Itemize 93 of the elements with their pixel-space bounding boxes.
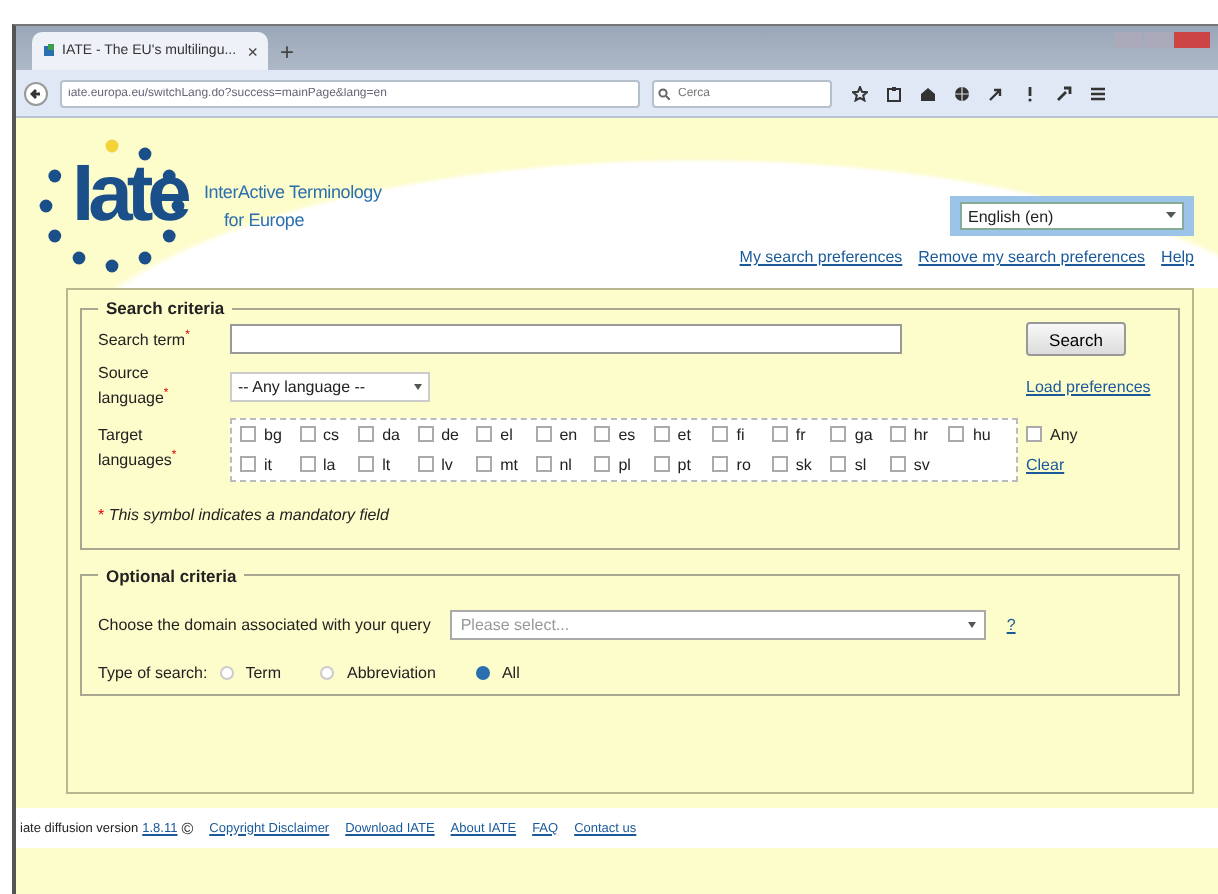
checkbox[interactable] [712,426,729,443]
language-code: mt [500,455,519,474]
home-icon[interactable] [920,85,936,101]
checkbox[interactable] [830,426,847,443]
language-code: da [382,425,400,444]
language-code: fr [795,425,806,444]
language-code: ro [736,455,751,474]
language-code: en [559,425,578,444]
checkbox[interactable] [358,426,375,443]
language-code: es [618,425,636,444]
search-term-field[interactable] [230,324,902,354]
checkbox[interactable] [653,426,670,443]
checkbox[interactable] [240,426,256,443]
tagline: InterActive Terminology [204,180,382,206]
language-code: de [441,425,460,444]
star-icon[interactable] [852,85,868,101]
field-label: Search term$^{*}$ [98,327,192,352]
language-code: el [500,425,513,444]
language-code: sl [854,455,867,474]
checkbox[interactable] [476,456,493,473]
search-button[interactable]: Search [1026,322,1126,356]
language-code: hu [972,425,991,444]
checkbox[interactable] [299,456,316,473]
checkbox[interactable] [1026,426,1042,443]
tagline: for Europe [222,208,307,234]
language-code: lt [382,455,391,474]
field-label: Choose the domain associated with your query [98,615,431,634]
language-code: et [677,425,691,444]
checkbox[interactable] [535,456,552,473]
language-code: bg [264,425,282,444]
checkbox[interactable] [948,426,965,443]
new-tab-button[interactable]: + [280,38,295,66]
language-code: cs [323,425,340,444]
field-label: Target languages$^{*}$ [98,426,179,472]
help-link[interactable]: ? [1006,615,1016,634]
section-title: Search criteria [104,298,227,318]
source-language-select[interactable]: -- Any language -- [230,371,430,402]
site-icon [42,44,56,58]
menu-icon[interactable] [1090,85,1106,101]
section-title: Optional criteria [104,565,239,586]
checkbox[interactable] [712,456,729,473]
language-code: ga [854,425,873,444]
field-label: Type of search: [98,663,208,682]
field-label: Source language$^{*}$ [98,364,171,410]
checkbox[interactable] [417,456,434,473]
checkbox[interactable] [594,426,611,443]
checkbox[interactable] [594,456,611,473]
radio-option[interactable]: Abbreviation [320,663,436,682]
dropdown-icon [1166,212,1176,220]
checkbox-label: Any [1050,425,1078,444]
checkbox[interactable] [771,426,788,443]
checkbox[interactable] [889,426,906,443]
language-code: la [323,455,336,474]
radio-option[interactable]: All [475,663,520,682]
checkbox[interactable] [417,426,434,443]
checkbox[interactable] [240,456,256,473]
checkbox[interactable] [535,426,552,443]
dropdown-icon [968,621,977,628]
close-tab-button[interactable]: × [247,41,258,61]
language-select[interactable]: English (en) [960,202,1184,230]
language-code: sv [913,455,930,474]
language-code: fi [736,425,745,444]
radio-option[interactable]: Term [219,663,281,682]
copyright-symbol: © [181,819,194,837]
clear-link[interactable]: Clear [1026,455,1162,474]
checkbox[interactable] [299,426,316,443]
radio-button[interactable] [475,665,490,680]
arrow-icon[interactable] [988,85,1004,101]
language-code: it [264,455,272,474]
header-link[interactable]: Remove my search preferences [918,248,1146,266]
header-link[interactable]: My search preferences [739,248,903,266]
back-icon[interactable] [24,81,48,105]
logo-text: Iate [72,148,186,242]
load-preferences-link[interactable]: Load preferences [1026,375,1162,398]
checkbox[interactable] [830,456,847,473]
language-code: sk [795,455,812,474]
mandatory-note: * This symbol indicates a mandatory field [98,505,391,524]
language-code: pt [677,455,691,474]
language-code: hr [913,425,929,444]
checkbox[interactable] [771,456,788,473]
checkbox[interactable] [653,456,670,473]
header-link[interactable]: Help [1161,248,1194,266]
checkbox[interactable] [476,426,493,443]
checkbox[interactable] [358,456,375,473]
window-controls[interactable] [1114,32,1210,48]
checkbox[interactable] [889,456,906,473]
clipboard-icon[interactable] [886,85,902,101]
tool-icon[interactable] [1056,85,1072,101]
language-code: lv [441,455,453,474]
language-code: nl [559,455,572,474]
language-code: pl [618,455,631,474]
globe-icon[interactable] [954,85,970,101]
dropdown-icon [414,383,422,390]
